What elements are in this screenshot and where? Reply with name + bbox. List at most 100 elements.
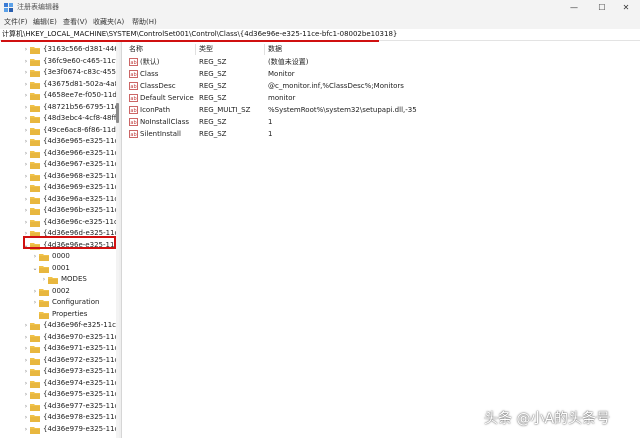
tree-item-label: {48721b56-6795-11d2: [43, 103, 118, 111]
tree-item[interactable]: › 0000: [31, 251, 70, 262]
chevron-right-icon[interactable]: ›: [31, 297, 39, 308]
value-name: Class: [140, 70, 159, 78]
folder-icon: [30, 46, 40, 54]
tree-item[interactable]: › {4d36e972-e325-11ce: [22, 355, 118, 366]
values-list[interactable]: 名称 类型 数据 ab (默认) REG_SZ (数值未设置) ab Class REG_S…: [126, 42, 640, 438]
value-type: REG_SZ: [199, 82, 227, 90]
tree-item[interactable]: Properties: [31, 309, 87, 320]
chevron-right-icon[interactable]: ›: [22, 136, 30, 147]
chevron-right-icon[interactable]: ›: [22, 148, 30, 159]
tree-item[interactable]: › MODES: [40, 274, 87, 285]
chevron-right-icon[interactable]: ›: [22, 171, 30, 182]
tree-item[interactable]: › {4d36e974-e325-11ce: [22, 378, 118, 389]
chevron-right-icon[interactable]: ›: [22, 67, 30, 78]
tree-item-label: Properties: [52, 310, 88, 318]
chevron-right-icon[interactable]: ›: [22, 90, 30, 101]
tree-item[interactable]: › {4658ee7e-f050-11d1: [22, 90, 118, 101]
value-row[interactable]: ab IconPath REG_MULTI_SZ %SystemRoot%\syste…: [126, 104, 640, 116]
tree-item[interactable]: › {4d36e979-e325-11ce: [22, 424, 118, 435]
chevron-right-icon[interactable]: ›: [22, 194, 30, 205]
tree-item-label: {4d36e974-e325-11ce: [43, 379, 118, 387]
chevron-right-icon[interactable]: ›: [22, 378, 30, 389]
tree-item[interactable]: › {4d36e970-e325-11ce: [22, 332, 118, 343]
value-row[interactable]: ab SilentInstall REG_SZ 1: [126, 128, 640, 140]
string-value-icon: ab: [129, 106, 138, 114]
tree-item[interactable]: › {3163c566-d381-4467: [22, 44, 118, 55]
column-header-data[interactable]: 数据: [268, 45, 282, 54]
tree-item[interactable]: › {4d36e96c-e325-11ce: [22, 217, 118, 228]
pane-splitter[interactable]: [121, 42, 122, 438]
chevron-right-icon[interactable]: ›: [22, 205, 30, 216]
chevron-right-icon[interactable]: ›: [31, 286, 39, 297]
tree-item[interactable]: › {3e3f0674-c83c-4558: [22, 67, 118, 78]
tree-item[interactable]: › {4d36e96f-e325-11ce: [22, 320, 118, 331]
value-row[interactable]: ab Class REG_SZ Monitor: [126, 68, 640, 80]
chevron-right-icon[interactable]: ›: [22, 217, 30, 228]
chevron-right-icon[interactable]: ›: [22, 182, 30, 193]
tree-item[interactable]: › {36fc9e60-c465-11cf-: [22, 56, 118, 67]
tree-item[interactable]: › {48721b56-6795-11d2: [22, 102, 118, 113]
tree-item[interactable]: › 0002: [31, 286, 70, 297]
chevron-right-icon[interactable]: ›: [22, 343, 30, 354]
chevron-right-icon[interactable]: ›: [22, 355, 30, 366]
value-row[interactable]: ab (默认) REG_SZ (数值未设置): [126, 56, 640, 68]
chevron-right-icon[interactable]: ›: [22, 159, 30, 170]
menu-file[interactable]: 文件(F): [4, 17, 28, 27]
tree-item[interactable]: › {4d36e975-e325-11ce: [22, 389, 118, 400]
tree-item[interactable]: › {4d36e969-e325-11ce: [22, 182, 118, 193]
string-value-icon: ab: [129, 118, 138, 126]
svg-text:ab: ab: [130, 60, 136, 66]
menu-help[interactable]: 帮助(H): [132, 17, 157, 27]
chevron-right-icon[interactable]: ›: [22, 332, 30, 343]
tree-item[interactable]: › {48d3ebc4-4cf8-48ff-: [22, 113, 118, 124]
value-row[interactable]: ab NoInstallClass REG_SZ 1: [126, 116, 640, 128]
chevron-right-icon[interactable]: ›: [22, 102, 30, 113]
chevron-right-icon[interactable]: ›: [22, 320, 30, 331]
tree-item[interactable]: › Configuration: [31, 297, 99, 308]
chevron-right-icon[interactable]: ›: [22, 412, 30, 423]
menu-favorites[interactable]: 收藏夹(A): [93, 17, 124, 27]
menu-edit[interactable]: 编辑(E): [33, 17, 57, 27]
chevron-right-icon[interactable]: ›: [22, 366, 30, 377]
tree-item-label: 0002: [52, 287, 70, 295]
tree-item[interactable]: › {4d36e966-e325-11ce: [22, 148, 118, 159]
svg-text:ab: ab: [130, 84, 136, 90]
tree-item[interactable]: › {4d36e977-e325-11ce: [22, 401, 118, 412]
tree-item-label: {4d36e969-e325-11ce: [43, 183, 118, 191]
tree-item[interactable]: › {4d36e96a-e325-11ce: [22, 194, 118, 205]
column-separator[interactable]: [264, 44, 265, 55]
value-type: REG_SZ: [199, 130, 227, 138]
tree-item[interactable]: › {4d36e967-e325-11ce: [22, 159, 118, 170]
tree-item[interactable]: › {4d36e968-e325-11ce: [22, 171, 118, 182]
address-path[interactable]: 计算机\HKEY_LOCAL_MACHINE\SYSTEM\ControlSet…: [2, 30, 397, 39]
tree-item[interactable]: › {49ce6ac8-6f86-11d2: [22, 125, 118, 136]
tree-item-label: {4d36e965-e325-11ce: [43, 137, 118, 145]
column-separator[interactable]: [195, 44, 196, 55]
minimize-button[interactable]: —: [560, 0, 588, 15]
chevron-right-icon[interactable]: ›: [22, 56, 30, 67]
menu-view[interactable]: 查看(V): [63, 17, 87, 27]
tree-item[interactable]: › {4d36e96b-e325-11ce: [22, 205, 118, 216]
tree-item[interactable]: › {43675d81-502a-4a82: [22, 79, 118, 90]
chevron-right-icon[interactable]: ›: [40, 274, 48, 285]
close-button[interactable]: ✕: [612, 0, 640, 15]
chevron-right-icon[interactable]: ›: [22, 125, 30, 136]
chevron-right-icon[interactable]: ›: [22, 389, 30, 400]
chevron-right-icon[interactable]: ›: [22, 113, 30, 124]
chevron-right-icon[interactable]: ›: [22, 401, 30, 412]
value-row[interactable]: ab ClassDesc REG_SZ @c_monitor.inf,%ClassDe…: [126, 80, 640, 92]
chevron-right-icon[interactable]: ›: [22, 424, 30, 435]
chevron-right-icon[interactable]: ›: [22, 44, 30, 55]
string-value-icon: ab: [129, 58, 138, 66]
tree-item[interactable]: › {4d36e978-e325-11ce: [22, 412, 118, 423]
column-header-name[interactable]: 名称: [129, 45, 143, 54]
column-header-type[interactable]: 类型: [199, 45, 213, 54]
tree-item[interactable]: › {4d36e971-e325-11ce: [22, 343, 118, 354]
chevron-right-icon[interactable]: ›: [31, 251, 39, 262]
chevron-down-icon[interactable]: ⌄: [31, 263, 39, 274]
tree-item[interactable]: ⌄ 0001: [31, 263, 70, 274]
value-row[interactable]: ab Default Service REG_SZ monitor: [126, 92, 640, 104]
tree-item[interactable]: › {4d36e973-e325-11ce: [22, 366, 118, 377]
chevron-right-icon[interactable]: ›: [22, 79, 30, 90]
tree-item[interactable]: › {4d36e965-e325-11ce: [22, 136, 118, 147]
